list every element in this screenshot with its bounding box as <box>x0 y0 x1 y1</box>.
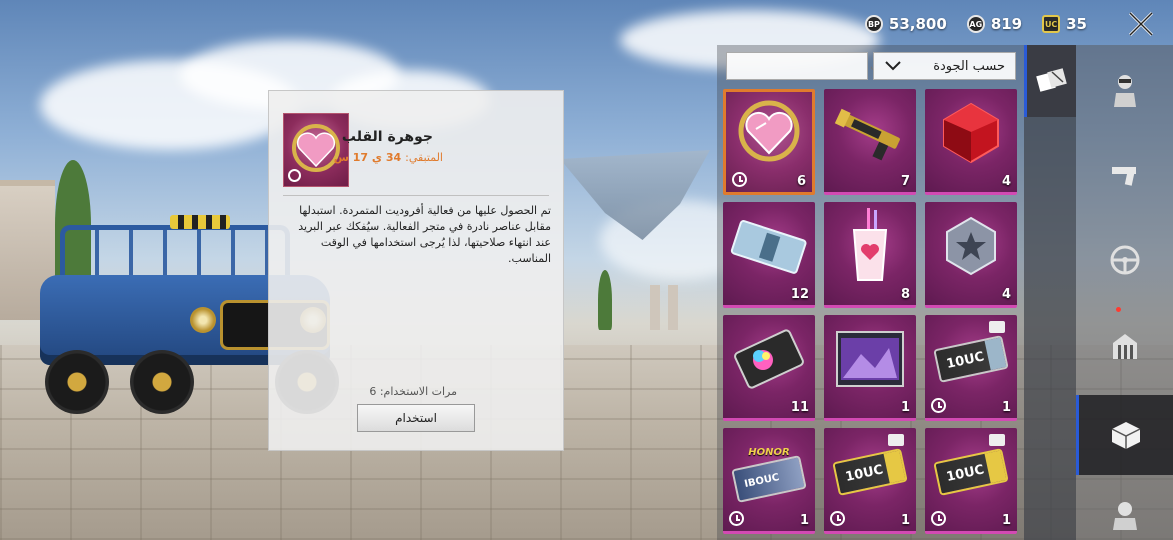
inventory-item-love-cup[interactable]: 8 <box>824 202 916 308</box>
item-quantity: 1 <box>900 400 910 415</box>
timer-icon <box>732 172 747 187</box>
divider <box>283 195 549 196</box>
inventory-grid: 6 7 4 12 8 4 11 1 10UC 1 HONOR IBOUC 1 1… <box>723 89 1017 534</box>
ticket-card-icon <box>730 219 807 274</box>
currency-uc-value: 35 <box>1066 15 1087 33</box>
uc-coin-icon: UC <box>1042 15 1061 33</box>
item-quantity: 1 <box>1001 400 1011 415</box>
inventory-item-heart-gem[interactable]: 6 <box>723 89 815 195</box>
sort-selected-label: حسب الجودة <box>933 58 1005 74</box>
inventory-item-ticket-card[interactable]: 12 <box>723 202 815 308</box>
honor-ticket-icon: IBOUC <box>731 455 807 503</box>
timer-icon <box>931 511 946 526</box>
inventory-item-golden-gun[interactable]: 7 <box>824 89 916 195</box>
uses-value: 6 <box>369 385 377 398</box>
category-sidebar <box>1024 45 1173 540</box>
love-cup-icon <box>852 207 888 281</box>
uc-voucher-icon: 10UC <box>933 447 1009 496</box>
item-description: تم الحصول عليها من فعالية أفروديت المتمر… <box>298 204 551 265</box>
inventory-item-color-palette[interactable]: 11 <box>723 315 815 421</box>
profile-avatar-icon <box>1112 502 1137 530</box>
ag-coin-icon: AG <box>966 15 985 33</box>
search-input[interactable] <box>743 59 893 73</box>
voucher-label: 10UC <box>944 348 986 372</box>
crates-icon <box>1035 68 1067 92</box>
red-crystal-icon <box>943 102 999 163</box>
inventory-item-silver-badge[interactable]: 4 <box>925 202 1017 308</box>
item-quantity: 11 <box>790 400 809 415</box>
item-quantity: 1 <box>900 513 910 528</box>
item-quantity: 1 <box>1001 513 1011 528</box>
pistol-icon <box>1111 167 1136 186</box>
remaining-label: المتبقي: <box>405 151 443 164</box>
honor-label: HONOR <box>748 447 790 458</box>
chevron-down-icon <box>885 61 901 71</box>
item-details-panel: جوهرة القلب المتبقي: 34 ي 17 س تم الحصول… <box>268 90 564 451</box>
timer-icon <box>830 511 845 526</box>
tab-inventory[interactable] <box>1024 45 1076 117</box>
item-title: جوهرة القلب <box>341 129 433 145</box>
golden-gun-icon <box>834 108 900 160</box>
timer-icon <box>931 398 946 413</box>
category-vehicles[interactable] <box>1076 225 1173 295</box>
close-icon <box>1128 11 1154 37</box>
remaining-value: 34 ي 17 س <box>333 151 402 164</box>
item-quantity: 12 <box>790 287 809 302</box>
currency-uc: UC 35 <box>1042 15 1087 33</box>
item-quantity: 1 <box>799 513 809 528</box>
inventory-item-honor-ticket[interactable]: HONOR IBOUC 1 <box>723 428 815 534</box>
uses-count: مرات الاستخدام: 6 <box>369 385 457 398</box>
inventory-item-film-card[interactable]: 1 <box>824 315 916 421</box>
item-quantity: 8 <box>900 287 910 302</box>
currency-ag-value: 819 <box>990 15 1023 33</box>
color-palette-icon <box>734 328 804 389</box>
film-card-icon <box>836 330 904 387</box>
category-shelter[interactable] <box>1076 311 1173 381</box>
category-weapons[interactable] <box>1076 140 1173 210</box>
currency-bar: BP 53,800 AG 819 UC 35 <box>864 10 1159 38</box>
shelter-icon <box>1112 334 1137 359</box>
uses-label: مرات الاستخدام: <box>379 385 457 398</box>
currency-bp: BP 53,800 <box>864 15 947 33</box>
sort-dropdown[interactable]: حسب الجودة <box>873 52 1016 80</box>
category-supplies[interactable] <box>1076 395 1173 475</box>
inventory-item-uc-voucher-gold[interactable]: 10UC 1 <box>824 428 916 534</box>
item-quantity: 6 <box>796 174 806 189</box>
category-outfit[interactable] <box>1076 55 1173 125</box>
uc-voucher-icon: 10UC <box>832 447 908 496</box>
item-thumbnail <box>283 113 349 187</box>
close-button[interactable] <box>1123 6 1159 42</box>
timer-icon <box>729 511 744 526</box>
voucher-label: 10UC <box>843 461 885 485</box>
voucher-label: 10UC <box>944 461 986 485</box>
item-quantity: 4 <box>1001 174 1011 189</box>
time-remaining: المتبقي: 34 ي 17 س <box>334 151 443 164</box>
heart-gem-icon <box>738 100 800 162</box>
character-outfit-icon <box>1113 75 1136 107</box>
currency-bp-value: 53,800 <box>888 15 947 33</box>
inventory-item-uc-voucher-gold-2[interactable]: 10UC 1 <box>925 428 1017 534</box>
inventory-item-red-crystal[interactable]: 4 <box>925 89 1017 195</box>
supply-box-icon <box>1111 422 1141 449</box>
voucher-label: IBOUC <box>743 471 781 490</box>
search-field[interactable] <box>726 52 893 80</box>
item-quantity: 4 <box>1001 287 1011 302</box>
uc-voucher-icon: 10UC <box>933 334 1009 383</box>
category-profile[interactable] <box>1076 490 1173 540</box>
steering-wheel-icon <box>1110 245 1139 275</box>
use-button[interactable]: استخدام <box>357 404 475 432</box>
bp-coin-icon: BP <box>864 15 883 33</box>
inventory-item-uc-voucher-silver[interactable]: 10UC 1 <box>925 315 1017 421</box>
item-quantity: 7 <box>900 174 910 189</box>
currency-ag: AG 819 <box>966 15 1023 33</box>
silver-badge-icon <box>946 216 996 275</box>
timer-icon <box>288 169 301 182</box>
